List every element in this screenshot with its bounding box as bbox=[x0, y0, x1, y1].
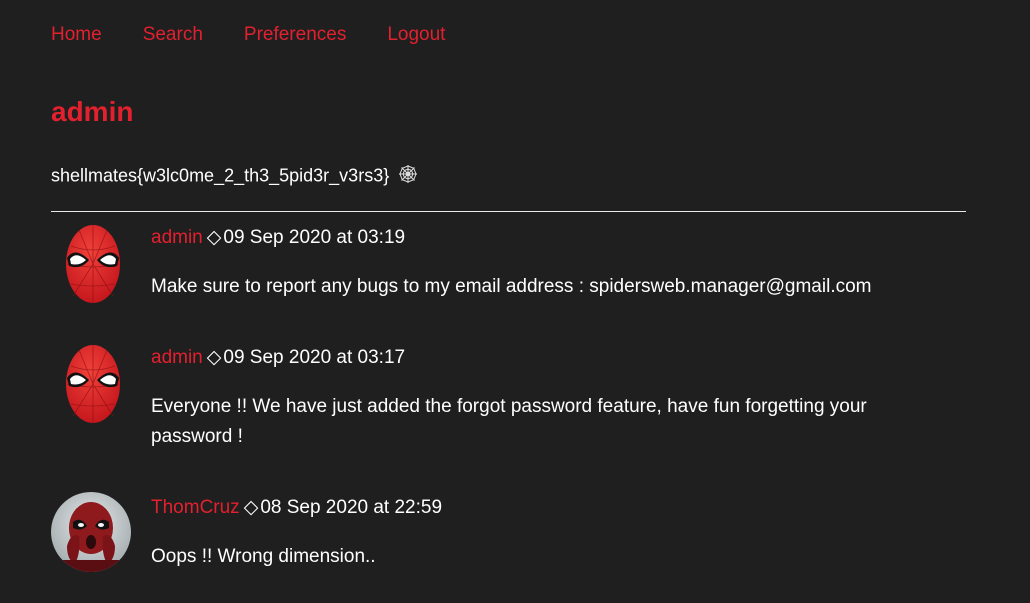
post-meta: admin ◇ 09 Sep 2020 at 03:19 bbox=[151, 227, 405, 249]
spider-web-icon bbox=[398, 164, 418, 189]
post-timestamp: 09 Sep 2020 at 03:17 bbox=[223, 347, 406, 368]
nav-home-link[interactable]: Home bbox=[51, 24, 102, 46]
profile-bio: shellmates{w3lc0me_2_th3_5pid3r_v3rs3} bbox=[51, 164, 418, 189]
spiderman-mask-avatar[interactable] bbox=[59, 344, 127, 424]
profile-page: Home Search Preferences Logout admin she… bbox=[0, 0, 1030, 603]
post-body: Oops !! Wrong dimension.. bbox=[151, 546, 376, 567]
post-body: Make sure to report any bugs to my email… bbox=[151, 276, 872, 297]
profile-bio-text: shellmates{w3lc0me_2_th3_5pid3r_v3rs3} bbox=[51, 165, 390, 186]
spiderman-mask-avatar[interactable] bbox=[59, 224, 127, 304]
post-meta: ThomCruz ◇ 08 Sep 2020 at 22:59 bbox=[151, 497, 442, 519]
post-timestamp: 08 Sep 2020 at 22:59 bbox=[260, 497, 443, 518]
post-author-link[interactable]: admin bbox=[151, 227, 203, 248]
top-navigation: Home Search Preferences Logout bbox=[51, 24, 445, 46]
nav-logout-link[interactable]: Logout bbox=[387, 24, 445, 46]
profile-username: admin bbox=[51, 96, 134, 127]
post-timestamp: 09 Sep 2020 at 03:19 bbox=[223, 227, 406, 248]
nav-search-link[interactable]: Search bbox=[143, 24, 203, 46]
profile-divider bbox=[51, 211, 966, 212]
diamond-icon: ◇ bbox=[206, 347, 222, 368]
post-meta: admin ◇ 09 Sep 2020 at 03:17 bbox=[151, 347, 405, 369]
post-item: admin ◇ 09 Sep 2020 at 03:17 Everyone !! W… bbox=[51, 342, 966, 462]
nav-preferences-link[interactable]: Preferences bbox=[244, 24, 346, 46]
post-author-link[interactable]: ThomCruz bbox=[151, 497, 240, 518]
deadpool-avatar[interactable] bbox=[51, 492, 131, 572]
diamond-icon: ◇ bbox=[206, 227, 222, 248]
post-item: admin ◇ 09 Sep 2020 at 03:19 Make sure to … bbox=[51, 222, 966, 322]
post-author-link[interactable]: admin bbox=[151, 347, 203, 368]
post-item: ThomCruz ◇ 08 Sep 2020 at 22:59 Oops !! Wr… bbox=[51, 492, 966, 592]
diamond-icon: ◇ bbox=[243, 497, 259, 518]
post-body: Everyone !! We have just added the forgo… bbox=[151, 396, 867, 447]
